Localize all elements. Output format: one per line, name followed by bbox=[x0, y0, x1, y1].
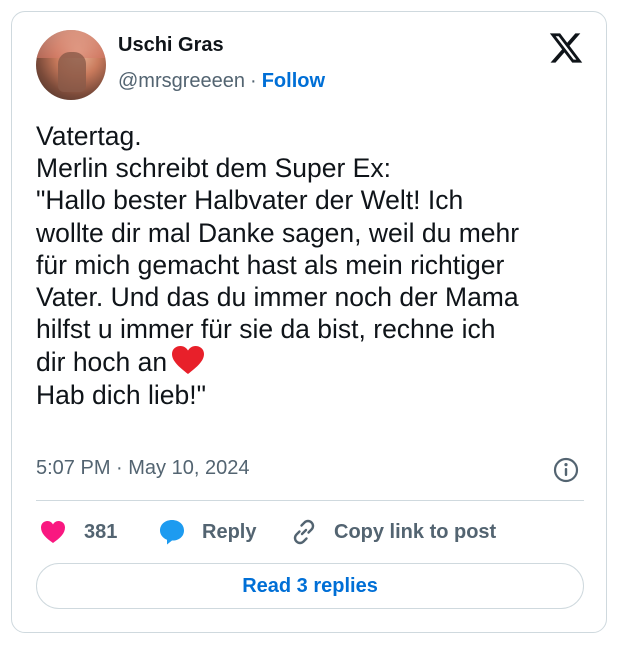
tweet-line: hilfst u immer für sie da bist, rechne i… bbox=[36, 314, 496, 345]
like-count: 381 bbox=[84, 520, 118, 543]
author-handle[interactable]: @mrsgreeeen bbox=[118, 70, 245, 92]
author-handle-row: @mrsgreeeen · Follow bbox=[118, 70, 325, 93]
tweet-line: dir hoch an bbox=[36, 347, 168, 378]
tweet-line: Vater. Und das du immer noch der Mama bbox=[36, 282, 519, 313]
action-bar: 381 Reply Copy link to post bbox=[36, 516, 584, 548]
tweet-line: Hab dich lieb!" bbox=[36, 379, 206, 410]
read-replies-button[interactable]: Read 3 replies bbox=[36, 563, 584, 609]
avatar-figure bbox=[58, 52, 86, 92]
tweet-line-with-emoji: dir hoch an bbox=[36, 345, 591, 378]
tweet-line: Vatertag. bbox=[36, 121, 142, 151]
tweet-line: wollte dir mal Danke sagen, weil du mehr bbox=[36, 217, 520, 248]
reply-label: Reply bbox=[202, 520, 257, 543]
tweet-line: für mich gemacht hast als mein richtiger bbox=[36, 249, 505, 280]
speech-bubble-icon bbox=[160, 520, 184, 545]
link-icon bbox=[293, 519, 315, 545]
tweet-line: Merlin schreibt dem Super Ex: bbox=[36, 153, 391, 184]
x-logo-icon[interactable] bbox=[547, 30, 585, 66]
copy-link-label: Copy link to post bbox=[334, 520, 497, 543]
separator-dot: · bbox=[250, 70, 257, 92]
follow-button[interactable]: Follow bbox=[262, 70, 325, 92]
tweet-line: "Hallo bester Halbvater der Welt! Ich bbox=[36, 185, 464, 216]
author-avatar[interactable] bbox=[36, 30, 106, 100]
red-heart-emoji-icon bbox=[172, 346, 205, 375]
like-button[interactable]: 381 bbox=[40, 516, 117, 548]
author-name[interactable]: Uschi Gras bbox=[118, 34, 224, 57]
reply-button[interactable]: Reply bbox=[158, 516, 256, 548]
heart-icon bbox=[41, 521, 65, 543]
timestamp[interactable]: 5:07 PM · May 10, 2024 bbox=[36, 457, 249, 480]
copy-link-button[interactable]: Copy link to post bbox=[290, 516, 496, 548]
tweet-text: Vatertag. Merlin schreibt dem Super Ex: … bbox=[36, 120, 591, 411]
info-icon[interactable] bbox=[553, 457, 579, 483]
divider bbox=[36, 500, 584, 501]
